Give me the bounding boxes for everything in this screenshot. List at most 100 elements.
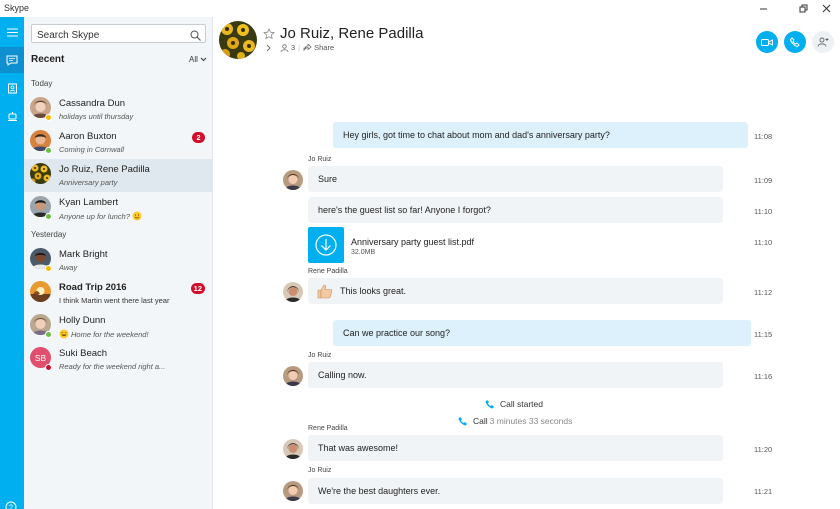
participants-button[interactable]: 3 [280, 43, 295, 52]
sender-name: Rene Padilla [308, 268, 348, 275]
contact-name: Mark Bright [59, 249, 108, 260]
contact-name: Kyan Lambert [59, 197, 119, 208]
avatar [283, 282, 303, 302]
file-download-button[interactable] [308, 227, 344, 263]
audio-call-button[interactable] [784, 31, 806, 53]
incoming-message[interactable]: Sure [308, 166, 723, 192]
message-list: Hey girls, got time to chat about mom an… [213, 69, 840, 509]
sender-name: Jo Ruiz [308, 156, 332, 163]
navigation-rail: ? [0, 17, 24, 509]
incoming-message[interactable]: here's the guest list so far! Anyone I f… [308, 197, 723, 223]
add-people-button[interactable] [812, 31, 834, 53]
contact-status-wrap: Anyone up for lunch? [59, 211, 142, 221]
message-text: This looks great. [340, 286, 407, 296]
message-time: 11:20 [754, 445, 773, 454]
message-text: We're the best daughters ever. [318, 486, 441, 496]
message-time: 11:12 [754, 288, 773, 297]
message-text: That was awesome! [318, 443, 399, 453]
contact-status: Away [59, 263, 78, 272]
contact-name: Aaron Buxton [59, 131, 117, 142]
contact-item[interactable]: Cassandra Dun holidays until thursday [24, 93, 212, 126]
group-label-today: Today [31, 79, 53, 88]
filter-label: All [189, 55, 198, 64]
contact-item[interactable]: Road Trip 2016 I think Martin went there… [24, 277, 212, 310]
presence-away-indicator [45, 265, 52, 272]
contact-item[interactable]: Holly Dunn Home for the weekend! [24, 310, 212, 343]
filter-dropdown[interactable]: All [189, 55, 207, 64]
conversation-avatar[interactable] [219, 21, 257, 59]
presence-busy-indicator [45, 364, 52, 371]
avatar [283, 366, 303, 386]
contact-item[interactable]: Kyan Lambert Anyone up for lunch? [24, 192, 212, 225]
incoming-message[interactable]: We're the best daughters ever. [308, 478, 723, 504]
chevron-right-icon[interactable] [265, 44, 272, 52]
minimize-icon[interactable] [752, 0, 774, 17]
close-icon[interactable] [815, 0, 837, 17]
call-duration: 3 minutes 33 seconds [489, 416, 573, 426]
smile-emoticon-icon [132, 211, 142, 221]
unread-badge: 2 [192, 132, 205, 143]
message-time: 11:10 [754, 238, 773, 247]
recent-label: Recent [31, 54, 65, 65]
message-time: 11:21 [754, 487, 773, 496]
call-ended-notice: Call 3 minutes 33 seconds [458, 416, 572, 426]
group-avatar [30, 163, 51, 184]
incoming-message[interactable]: This looks great. [308, 278, 723, 304]
bot-icon[interactable] [0, 103, 24, 129]
incoming-message[interactable]: That was awesome! [308, 435, 723, 461]
call-icon [485, 400, 494, 409]
restore-icon[interactable] [792, 0, 814, 17]
message-time: 11:09 [754, 176, 773, 185]
phone-icon [790, 37, 800, 47]
help-icon[interactable]: ? [5, 500, 17, 509]
contact-item[interactable]: Aaron Buxton Coming in Cornwall 2 [24, 126, 212, 159]
contact-item[interactable]: SB Suki Beach Ready for the weekend righ… [24, 343, 212, 376]
chat-icon[interactable] [0, 47, 24, 73]
system-text: Call started [500, 399, 543, 409]
group-label-yesterday: Yesterday [31, 230, 67, 239]
sender-name: Rene Padilla [308, 425, 348, 432]
sender-name: Jo Ruiz [308, 467, 332, 474]
call-icon [458, 417, 467, 426]
avatar [283, 439, 303, 459]
video-call-button[interactable] [756, 31, 778, 53]
search-input[interactable] [32, 27, 182, 44]
message-text: Hey girls, got time to chat about mom an… [343, 130, 610, 140]
share-button[interactable]: Share [303, 43, 334, 52]
divider: | [298, 43, 301, 52]
avatar [283, 481, 303, 501]
share-icon [303, 43, 312, 51]
share-label: Share [314, 43, 335, 52]
skype-window: Skype ? Search Skype Recent All Today Ca… [0, 0, 840, 509]
presence-online-indicator [45, 213, 52, 220]
contact-name: Suki Beach [59, 348, 108, 359]
presence-away-indicator [45, 114, 52, 121]
contact-status-wrap: Home for the weekend! [59, 329, 149, 339]
message-text: Can we practice our song? [343, 328, 451, 338]
laugh-emoticon-icon [59, 329, 69, 339]
outgoing-message[interactable]: Hey girls, got time to chat about mom an… [333, 122, 748, 148]
file-name[interactable]: Anniversary party guest list.pdf [351, 237, 474, 247]
message-time: 11:08 [754, 132, 773, 141]
menu-icon[interactable] [0, 19, 24, 45]
contact-item-selected[interactable]: Jo Ruiz, Rene Padilla Anniversary party [24, 159, 212, 192]
contact-item[interactable]: Mark Bright Away [24, 244, 212, 277]
conversation-header: Jo Ruiz, Rene Padilla 3 | Share [213, 17, 840, 69]
contacts-icon[interactable] [0, 75, 24, 101]
unread-badge: 12 [190, 283, 205, 294]
system-text: Call [473, 416, 488, 426]
search-box [31, 24, 206, 46]
outgoing-message[interactable]: Can we practice our song? [333, 320, 751, 346]
thumbs-up-emoticon-icon [317, 284, 333, 299]
svg-text:?: ? [9, 505, 13, 509]
contact-name: Holly Dunn [59, 315, 106, 326]
incoming-message[interactable]: Calling now. [308, 362, 723, 388]
sidebar: Recent All Today Cassandra Dun holidays … [24, 17, 213, 509]
download-icon [315, 234, 337, 256]
conversation-title: Jo Ruiz, Rene Padilla [280, 25, 424, 42]
contact-status: Anyone up for lunch? [59, 211, 130, 221]
avatar-initials: SB [34, 352, 47, 363]
participants-icon [280, 43, 289, 52]
video-camera-icon [761, 38, 773, 46]
search-icon[interactable] [190, 28, 201, 46]
